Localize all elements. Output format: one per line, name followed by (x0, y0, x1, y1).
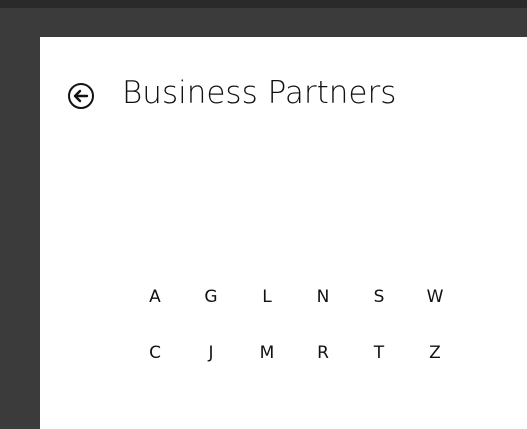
index-letter-z[interactable]: Z (420, 338, 450, 368)
app-window-frame: Business Partners A G L N S W C J M R T … (0, 0, 527, 429)
page-title: Business Partners (122, 75, 397, 111)
index-letter-g[interactable]: G (196, 282, 226, 312)
index-letter-r[interactable]: R (308, 338, 338, 368)
index-letter-w[interactable]: W (420, 282, 450, 312)
index-letter-a[interactable]: A (140, 282, 170, 312)
index-letter-c[interactable]: C (140, 338, 170, 368)
index-letter-l[interactable]: L (252, 282, 282, 312)
back-arrow-circle-icon (68, 83, 94, 109)
index-letter-j[interactable]: J (196, 338, 226, 368)
back-button[interactable] (66, 81, 96, 111)
index-letter-t[interactable]: T (364, 338, 394, 368)
window-top-edge (0, 0, 527, 8)
index-letter-n[interactable]: N (308, 282, 338, 312)
page-content: Business Partners A G L N S W C J M R T … (40, 37, 527, 429)
alphabet-index-grid: A G L N S W C J M R T Z (140, 282, 460, 372)
index-letter-m[interactable]: M (252, 338, 282, 368)
index-letter-s[interactable]: S (364, 282, 394, 312)
